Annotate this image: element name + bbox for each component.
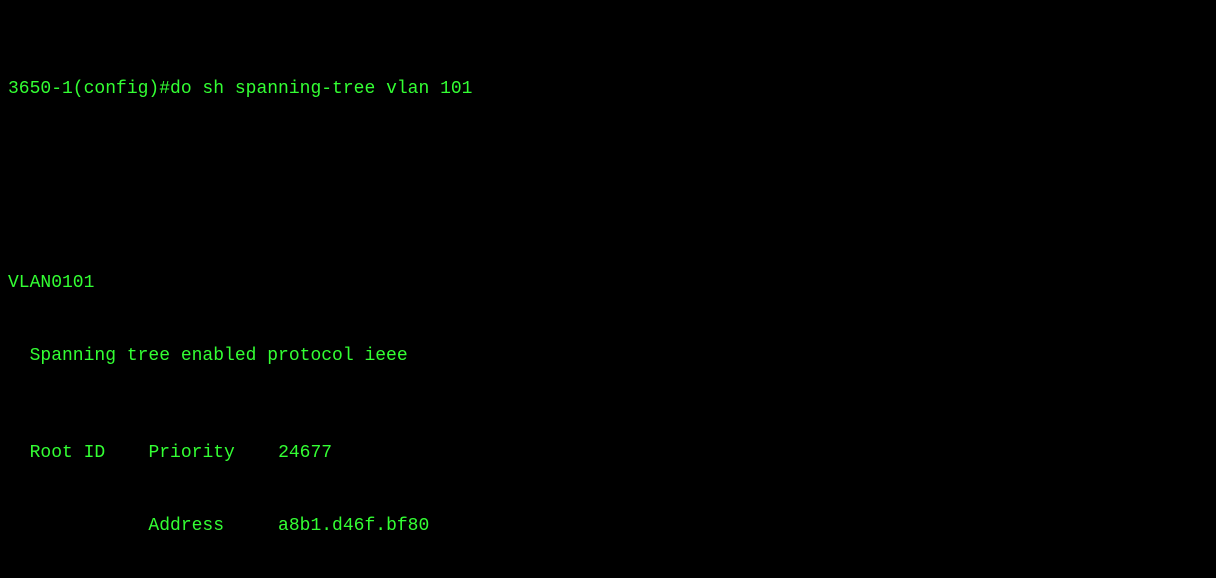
root-priority-value: 24677 xyxy=(278,443,332,463)
protocol-line: Spanning tree enabled protocol ieee xyxy=(8,344,1208,368)
blank-line xyxy=(8,174,1208,198)
terminal-output[interactable]: 3650-1(config)#do sh spanning-tree vlan … xyxy=(0,0,1216,578)
root-id-priority: Root ID Priority 24677 xyxy=(8,441,1208,465)
command-line: 3650-1(config)#do sh spanning-tree vlan … xyxy=(8,77,1208,101)
root-id-address: Address a8b1.d46f.bf80 xyxy=(8,514,1208,538)
vlan-header: VLAN0101 xyxy=(8,271,1208,295)
root-id-label: Root ID xyxy=(8,443,148,463)
root-address-label: Address xyxy=(8,516,278,536)
root-address-value: a8b1.d46f.bf80 xyxy=(278,516,429,536)
root-priority-label: Priority xyxy=(148,443,278,463)
typed-command: do sh spanning-tree vlan 101 xyxy=(170,79,472,99)
prompt: 3650-1(config)# xyxy=(8,79,170,99)
